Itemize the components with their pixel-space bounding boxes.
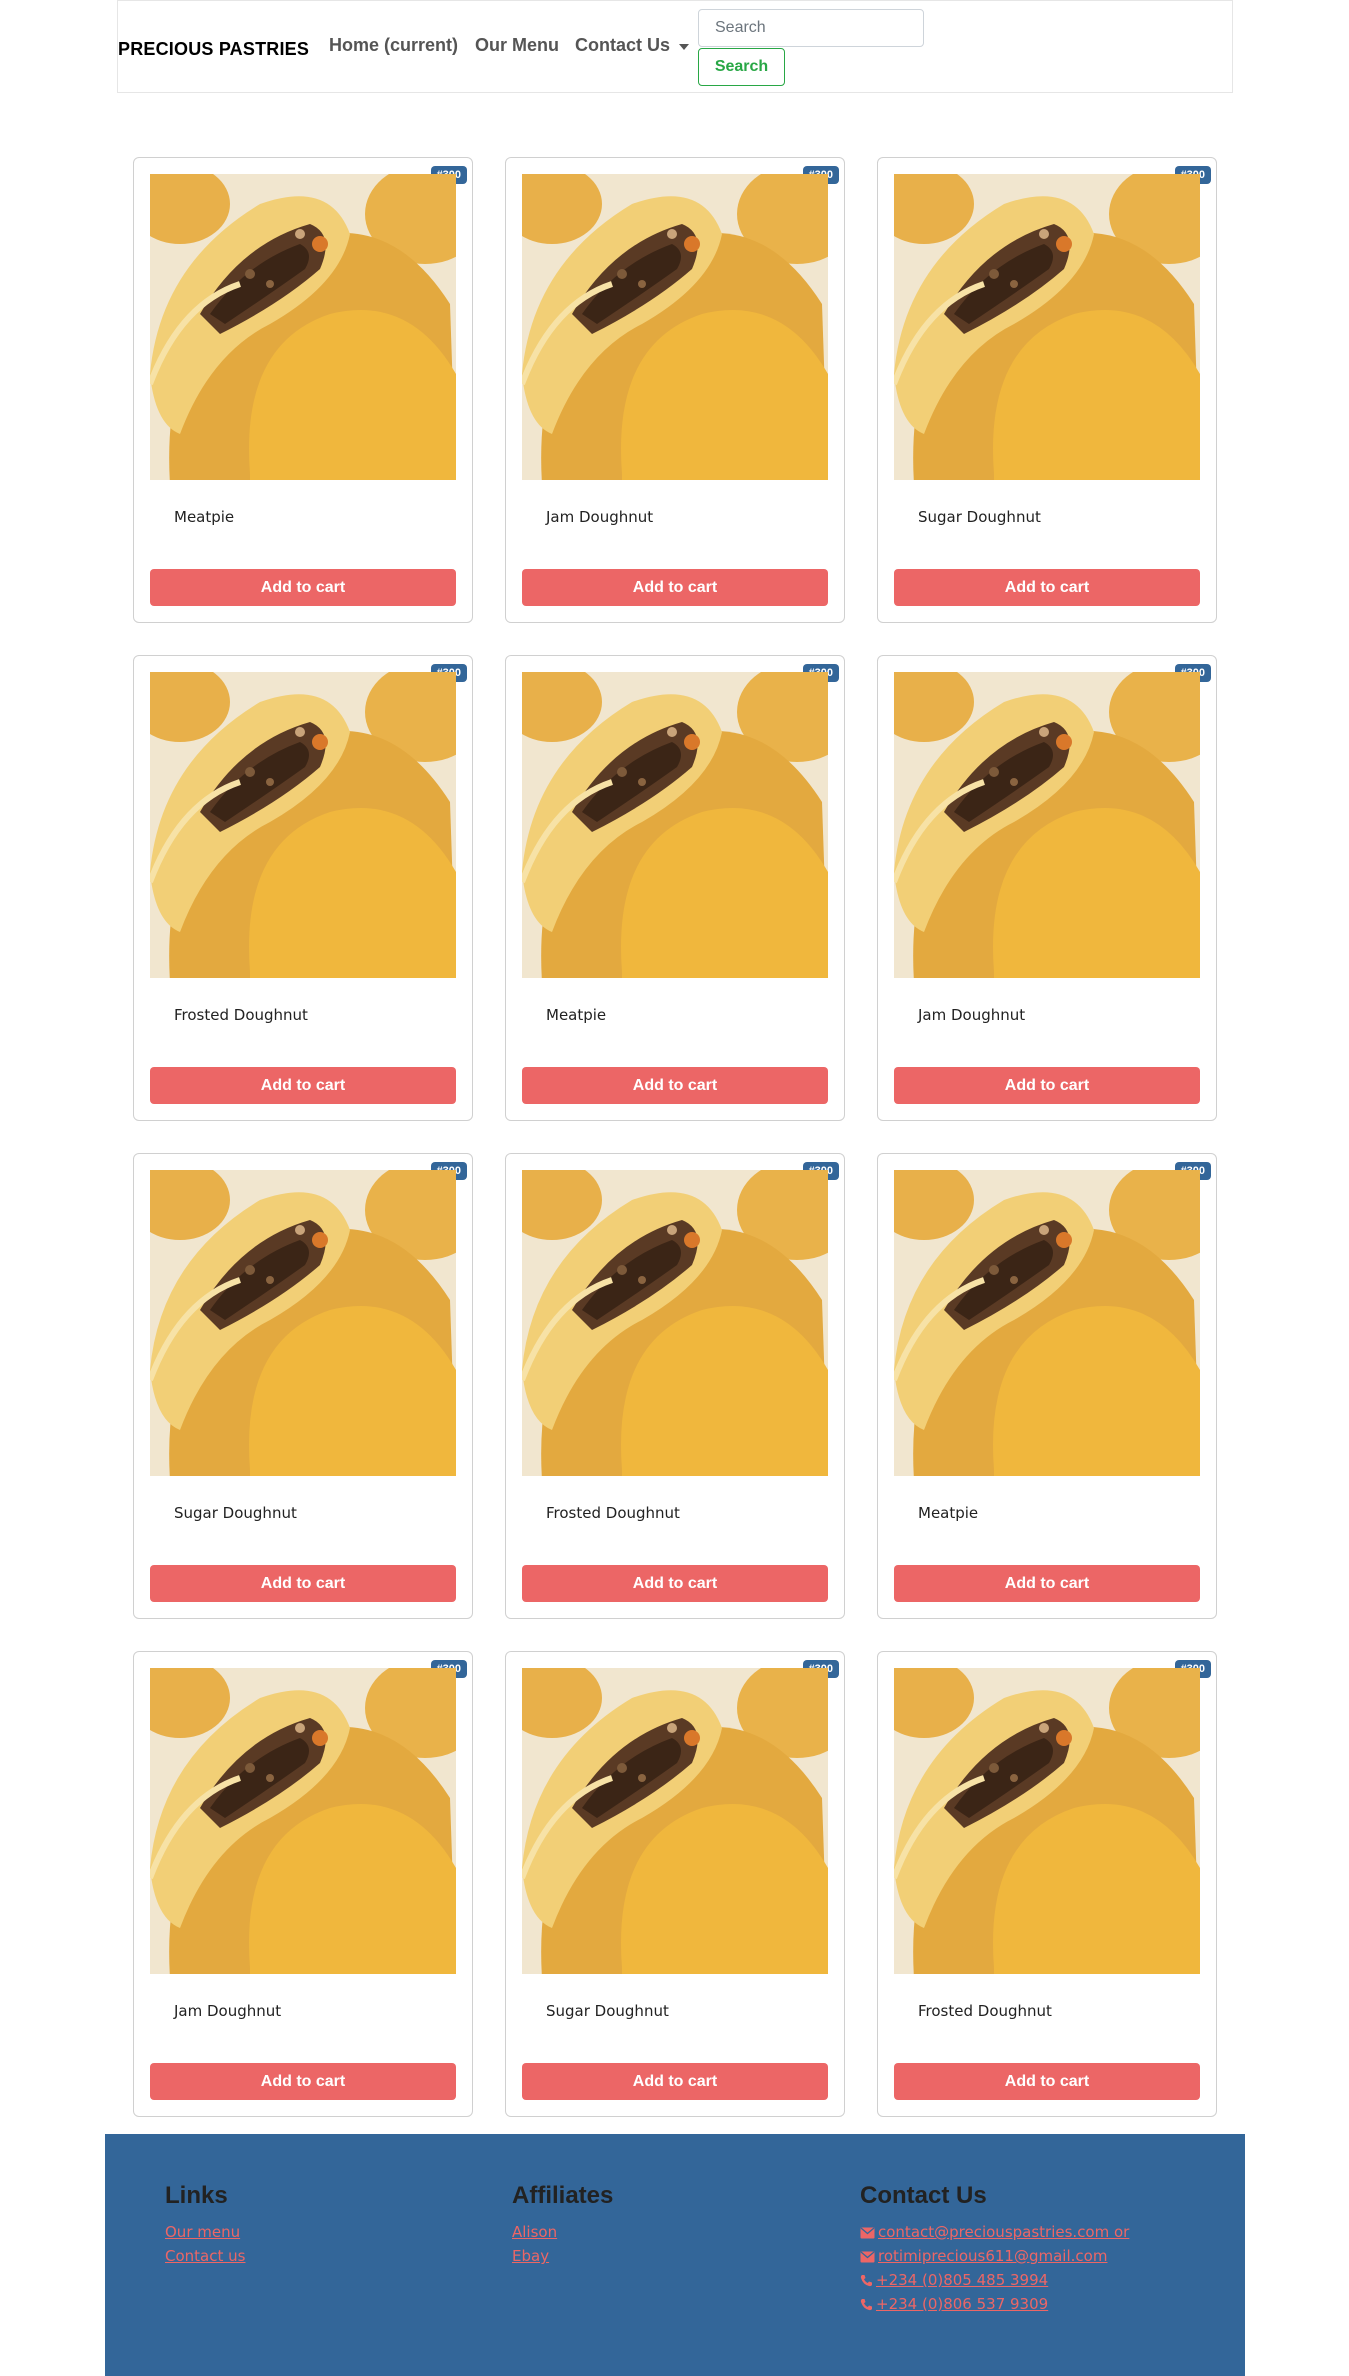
product-card: #300 Meatpie Add to cart	[877, 1153, 1217, 1619]
caret-down-icon[interactable]	[679, 44, 689, 50]
product-name: Jam Doughnut	[174, 2002, 282, 2020]
meatpie-photo	[894, 672, 1200, 978]
product-card: #300 Frosted Doughnut Add to cart	[505, 1153, 845, 1619]
add-to-cart-button[interactable]: Add to cart	[894, 1565, 1200, 1602]
meatpie-photo	[894, 1170, 1200, 1476]
product-card: #300 Jam Doughnut Add to cart	[133, 1651, 473, 2117]
product-name: Jam Doughnut	[918, 1006, 1026, 1024]
product-image[interactable]	[522, 174, 828, 480]
nav-home-link[interactable]: Home (current)	[329, 35, 458, 56]
add-to-cart-button[interactable]: Add to cart	[150, 1067, 456, 1104]
product-card: #300 Meatpie Add to cart	[133, 157, 473, 623]
meatpie-photo	[522, 174, 828, 480]
add-to-cart-button[interactable]: Add to cart	[894, 569, 1200, 606]
search-button[interactable]: Search	[698, 48, 785, 86]
meatpie-photo	[894, 174, 1200, 480]
phone-icon	[860, 2299, 872, 2311]
meatpie-photo	[150, 672, 456, 978]
product-image[interactable]	[150, 1170, 456, 1476]
product-name: Meatpie	[546, 1006, 607, 1024]
contact-text: contact@preciouspastries.com or	[878, 2223, 1130, 2241]
meatpie-photo	[150, 174, 456, 480]
product-name: Sugar Doughnut	[174, 1504, 297, 1522]
add-to-cart-button[interactable]: Add to cart	[894, 2063, 1200, 2100]
product-card: #300 Sugar Doughnut Add to cart	[505, 1651, 845, 2117]
product-image[interactable]	[150, 672, 456, 978]
product-card: #300 Sugar Doughnut Add to cart	[877, 157, 1217, 623]
footer-affiliates-column: Affiliates Alison Ebay	[512, 2182, 613, 2268]
top-navbar: PRECIOUS PASTRIES Home (current) Our Men…	[117, 0, 1233, 93]
footer-link-alison[interactable]: Alison	[512, 2220, 613, 2244]
product-image[interactable]	[150, 174, 456, 480]
meatpie-photo	[522, 672, 828, 978]
envelope-icon	[860, 2227, 875, 2239]
add-to-cart-button[interactable]: Add to cart	[522, 569, 828, 606]
product-name: Sugar Doughnut	[918, 508, 1041, 526]
product-image[interactable]	[522, 1668, 828, 1974]
phone-icon	[860, 2275, 872, 2287]
product-card: #300 Sugar Doughnut Add to cart	[133, 1153, 473, 1619]
footer-contact-phone-2[interactable]: +234 (0)806 537 9309	[860, 2292, 1129, 2316]
product-name: Meatpie	[174, 508, 235, 526]
meatpie-photo	[522, 1170, 828, 1476]
product-image[interactable]	[150, 1668, 456, 1974]
product-image[interactable]	[894, 672, 1200, 978]
add-to-cart-button[interactable]: Add to cart	[522, 2063, 828, 2100]
add-to-cart-button[interactable]: Add to cart	[150, 569, 456, 606]
footer-links-heading: Links	[165, 2182, 228, 2209]
contact-text: rotimiprecious611@gmail.com	[878, 2247, 1108, 2265]
meatpie-photo	[150, 1170, 456, 1476]
product-image[interactable]	[522, 1170, 828, 1476]
product-name: Frosted Doughnut	[174, 1006, 308, 1024]
nav-contact-dropdown[interactable]: Contact Us	[575, 35, 670, 56]
contact-text: +234 (0)805 485 3994	[876, 2271, 1049, 2289]
meatpie-photo	[522, 1668, 828, 1974]
product-name: Jam Doughnut	[546, 508, 654, 526]
add-to-cart-button[interactable]: Add to cart	[522, 1565, 828, 1602]
footer-contact-heading: Contact Us	[860, 2182, 987, 2209]
search-input[interactable]	[698, 9, 924, 47]
footer-contact-phone-1[interactable]: +234 (0)805 485 3994	[860, 2268, 1129, 2292]
add-to-cart-button[interactable]: Add to cart	[894, 1067, 1200, 1104]
brand-logo[interactable]: PRECIOUS PASTRIES	[118, 39, 309, 60]
contact-text: +234 (0)806 537 9309	[876, 2295, 1049, 2313]
product-card: #300 Frosted Doughnut Add to cart	[133, 655, 473, 1121]
product-card: #300 Meatpie Add to cart	[505, 655, 845, 1121]
product-card: #300 Jam Doughnut Add to cart	[505, 157, 845, 623]
envelope-icon	[860, 2251, 875, 2263]
add-to-cart-button[interactable]: Add to cart	[150, 1565, 456, 1602]
footer-links-column: Links Our menu Contact us	[165, 2182, 245, 2268]
meatpie-photo	[894, 1668, 1200, 1974]
product-image[interactable]	[894, 174, 1200, 480]
footer-link-contact-us[interactable]: Contact us	[165, 2244, 245, 2268]
footer-contact-email-2[interactable]: rotimiprecious611@gmail.com	[860, 2244, 1129, 2268]
product-image[interactable]	[894, 1668, 1200, 1974]
product-name: Meatpie	[918, 1504, 979, 1522]
product-image[interactable]	[894, 1170, 1200, 1476]
add-to-cart-button[interactable]: Add to cart	[522, 1067, 828, 1104]
product-card: #300 Frosted Doughnut Add to cart	[877, 1651, 1217, 2117]
nav-our-menu-link[interactable]: Our Menu	[475, 35, 559, 56]
meatpie-photo	[150, 1668, 456, 1974]
footer-contact-column: Contact Us contact@preciouspastries.com …	[860, 2182, 1129, 2316]
footer-link-our-menu[interactable]: Our menu	[165, 2220, 245, 2244]
product-name: Sugar Doughnut	[546, 2002, 669, 2020]
product-name: Frosted Doughnut	[546, 1504, 680, 1522]
product-image[interactable]	[522, 672, 828, 978]
footer-contact-email-1[interactable]: contact@preciouspastries.com or	[860, 2220, 1129, 2244]
product-name: Frosted Doughnut	[918, 2002, 1052, 2020]
add-to-cart-button[interactable]: Add to cart	[150, 2063, 456, 2100]
footer-link-ebay[interactable]: Ebay	[512, 2244, 613, 2268]
product-card: #300 Jam Doughnut Add to cart	[877, 655, 1217, 1121]
site-footer: Links Our menu Contact us Affiliates Ali…	[105, 2134, 1245, 2376]
footer-affiliates-heading: Affiliates	[512, 2182, 614, 2209]
